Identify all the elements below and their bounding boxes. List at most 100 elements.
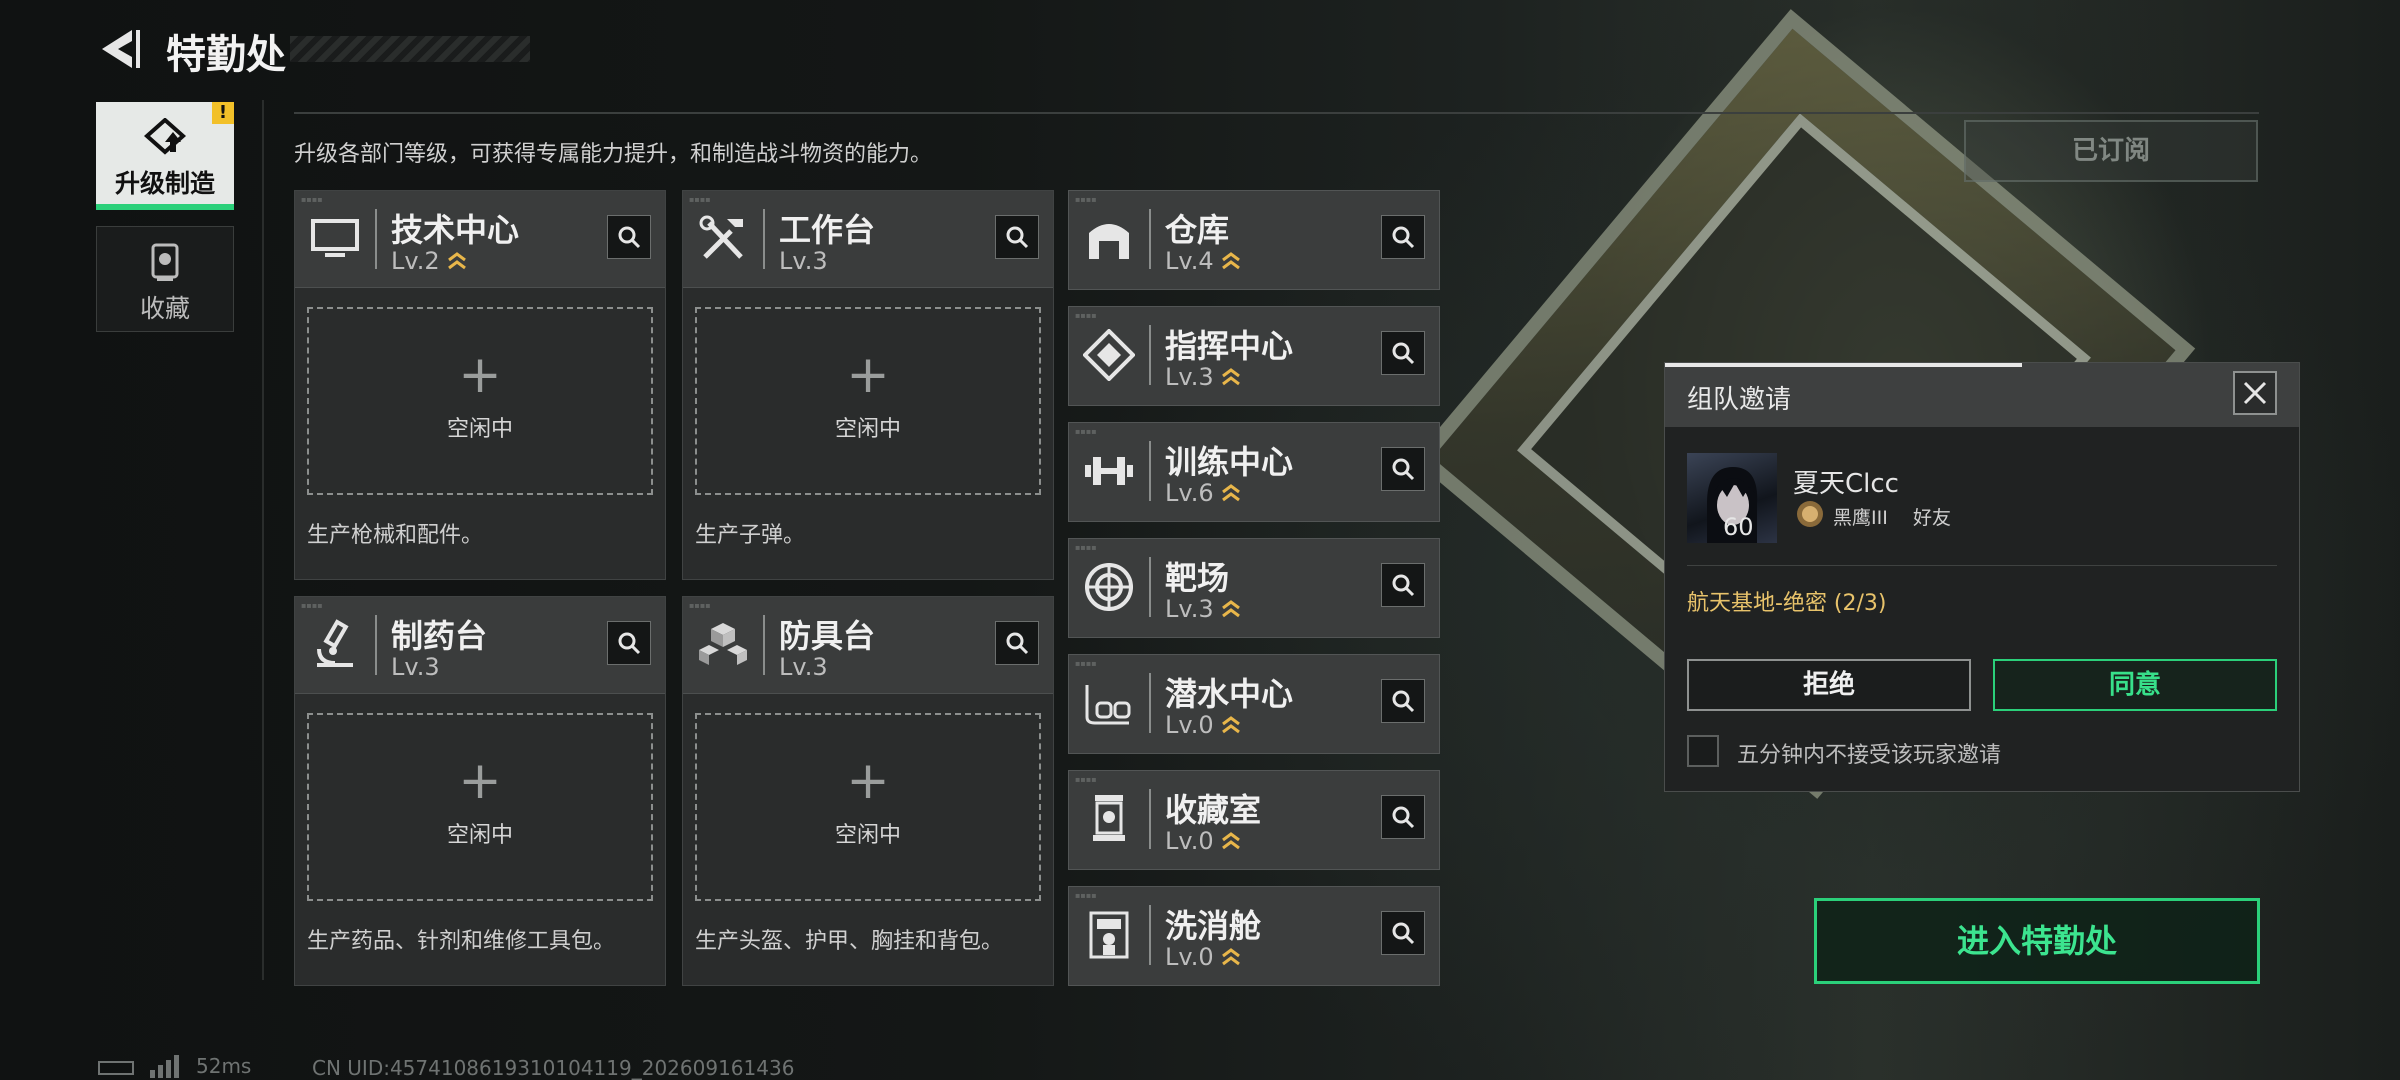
- agree-button[interactable]: 同意: [1993, 659, 2277, 711]
- station-name: 防具台: [779, 617, 876, 655]
- header-mark: ▪▪▪▪: [301, 601, 323, 610]
- search-icon: [1006, 226, 1029, 249]
- production-slot[interactable]: + 空闲中: [695, 713, 1041, 901]
- search-button[interactable]: [1381, 563, 1425, 607]
- station-name: 工作台: [779, 211, 876, 249]
- department-name: 靶场: [1165, 559, 1230, 597]
- header-mark: ▪▪▪▪: [689, 195, 711, 204]
- refuse-button[interactable]: 拒绝: [1687, 659, 1971, 711]
- subscribed-button[interactable]: 已订阅: [1964, 120, 2258, 182]
- department-item[interactable]: ▪▪▪▪ 训练中心 Lv.6: [1068, 422, 1440, 522]
- display-case-icon: [1093, 795, 1125, 841]
- workstation-card[interactable]: ▪▪▪▪ 工作台 Lv.3 + 空闲中 生产子弹。: [682, 190, 1054, 580]
- search-button[interactable]: [607, 621, 651, 665]
- player-name: 夏天Clcc: [1793, 469, 1899, 499]
- separator: [1149, 209, 1151, 269]
- department-level: Lv.4: [1165, 247, 1242, 275]
- search-button[interactable]: [1381, 447, 1425, 491]
- upgrade-chevron-icon: [1221, 484, 1240, 502]
- production-slot[interactable]: + 空闲中: [307, 307, 653, 495]
- header-mark: ▪▪▪▪: [1075, 775, 1097, 784]
- page-description: 升级各部门等级，可获得专属能力提升，和制造战斗物资的能力。: [294, 142, 933, 167]
- close-button[interactable]: [2233, 371, 2277, 415]
- search-button[interactable]: [1381, 679, 1425, 723]
- search-button[interactable]: [1381, 331, 1425, 375]
- search-icon: [1392, 458, 1415, 481]
- header-mark: ▪▪▪▪: [1075, 543, 1097, 552]
- plus-icon: +: [846, 345, 890, 405]
- header-mark: ▪▪▪▪: [1075, 311, 1097, 320]
- department-item[interactable]: ▪▪▪▪ 指挥中心 Lv.3: [1068, 306, 1440, 406]
- department-name: 训练中心: [1165, 443, 1294, 481]
- tools-icon: [699, 215, 743, 259]
- nav-upgrade-craft[interactable]: ! 升级制造: [96, 102, 234, 210]
- close-icon: [2243, 381, 2267, 405]
- department-name: 仓库: [1165, 211, 1230, 249]
- department-item[interactable]: ▪▪▪▪ 潜水中心 Lv.0: [1068, 654, 1440, 754]
- rank-badge-icon: [1797, 501, 1823, 527]
- card-header: ▪▪▪▪ 制药台 Lv.3: [295, 597, 665, 694]
- search-icon: [1392, 574, 1415, 597]
- department-item[interactable]: ▪▪▪▪ 收藏室 Lv.0: [1068, 770, 1440, 870]
- page-title: 特勤处: [166, 32, 286, 78]
- department-item[interactable]: ▪▪▪▪ 洗消舱 Lv.0: [1068, 886, 1440, 986]
- mute-checkbox[interactable]: [1687, 735, 1719, 767]
- station-description: 生产药品、针剂和维修工具包。: [307, 929, 616, 954]
- search-button[interactable]: [1381, 911, 1425, 955]
- title-decoration: [290, 36, 530, 62]
- separator: [375, 209, 377, 269]
- production-slot[interactable]: + 空闲中: [695, 307, 1041, 495]
- card-header: ▪▪▪▪ 技术中心 Lv.2: [295, 191, 665, 288]
- station-description: 生产头盔、护甲、胸挂和背包。: [695, 929, 1004, 954]
- workstation-card[interactable]: ▪▪▪▪ 防具台 Lv.3 + 空闲中 生产头盔、护甲、胸挂和背包。: [682, 596, 1054, 986]
- nav-label: 升级制造: [114, 169, 215, 198]
- alert-badge: !: [212, 102, 234, 124]
- collection-icon: [151, 243, 179, 281]
- search-button[interactable]: [607, 215, 651, 259]
- diving-mask-icon: [1085, 685, 1131, 725]
- mute-checkbox-label: 五分钟内不接受该玩家邀请: [1737, 743, 2002, 768]
- slot-status: 空闲中: [446, 823, 513, 848]
- nav-label: 收藏: [139, 294, 190, 323]
- separator: [1149, 441, 1151, 501]
- department-level: Lv.0: [1165, 827, 1242, 855]
- header-mark: ▪▪▪▪: [1075, 891, 1097, 900]
- upgrade-chevron-icon: [1221, 368, 1240, 386]
- search-icon: [1392, 342, 1415, 365]
- upgrade-chevron-icon: [447, 252, 466, 270]
- player-rank: 黑鹰III: [1833, 507, 1888, 529]
- ping-text: 52ms: [196, 1054, 252, 1078]
- slot-status: 空闲中: [446, 417, 513, 442]
- divider: [1687, 565, 2277, 566]
- map-info: 航天基地-绝密 (2/3): [1687, 591, 1887, 616]
- dumbbell-icon: [1085, 457, 1133, 485]
- dialog-title: 组队邀请: [1687, 385, 1792, 415]
- warehouse-icon: [1089, 224, 1129, 259]
- enter-special-ops-button[interactable]: 进入特勤处: [1814, 898, 2260, 984]
- upgrade-chevron-icon: [1221, 832, 1240, 850]
- slot-status: 空闲中: [834, 823, 901, 848]
- station-level: Lv.3: [779, 247, 828, 275]
- workstation-card[interactable]: ▪▪▪▪ 制药台 Lv.3 + 空闲中 生产药品、针剂和维修工具包。: [294, 596, 666, 986]
- back-arrow-icon[interactable]: [98, 26, 142, 72]
- station-name: 技术中心: [391, 211, 520, 249]
- divider: [294, 112, 2259, 114]
- slot-status: 空闲中: [834, 417, 901, 442]
- department-item[interactable]: ▪▪▪▪ 靶场 Lv.3: [1068, 538, 1440, 638]
- search-button[interactable]: [995, 215, 1039, 259]
- production-slot[interactable]: + 空闲中: [307, 713, 653, 901]
- search-icon: [1392, 226, 1415, 249]
- upgrade-chevron-icon: [1221, 716, 1240, 734]
- department-item[interactable]: ▪▪▪▪ 仓库 Lv.4: [1068, 190, 1440, 290]
- workstation-card[interactable]: ▪▪▪▪ 技术中心 Lv.2 + 空闲中 生产枪械和配件。: [294, 190, 666, 580]
- signal-icon: [150, 1055, 179, 1078]
- divider: [262, 100, 264, 980]
- search-button[interactable]: [1381, 795, 1425, 839]
- separator: [1149, 905, 1151, 965]
- nav-collection[interactable]: 收藏: [96, 226, 234, 332]
- search-icon: [1392, 922, 1415, 945]
- plus-icon: +: [846, 751, 890, 811]
- station-level: Lv.3: [391, 653, 440, 681]
- search-button[interactable]: [995, 621, 1039, 665]
- search-button[interactable]: [1381, 215, 1425, 259]
